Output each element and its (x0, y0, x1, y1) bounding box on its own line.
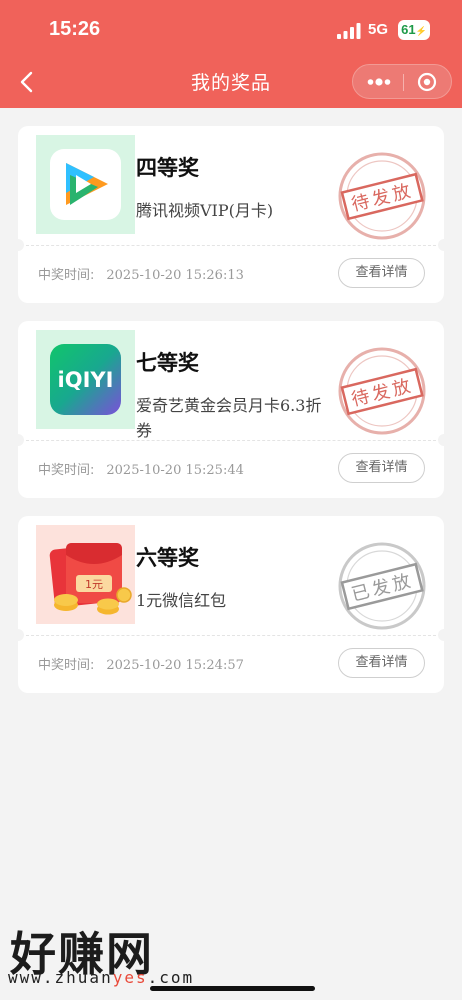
watermark-url-prefix: www.zhuan (8, 968, 113, 987)
prize-level: 六等奖 (136, 546, 199, 570)
status-bar: 15:26 5G 61⚡ (0, 0, 462, 58)
watermark-url-suffix: .com (147, 968, 195, 987)
pending-stamp: 待发放 (338, 347, 426, 435)
view-detail-button[interactable]: 查看详情 (338, 453, 425, 483)
win-time-value: 2025-10-20 15:24:57 (106, 658, 244, 673)
divider (26, 440, 436, 441)
win-time-value: 2025-10-20 15:26:13 (106, 268, 244, 283)
home-indicator (150, 986, 315, 991)
notch-left (12, 239, 24, 251)
watermark-url: www.zhuanyes.com (8, 968, 194, 987)
more-icon[interactable] (367, 75, 391, 89)
view-detail-button[interactable]: 查看详情 (338, 648, 425, 678)
header: 15:26 5G 61⚡ 我的奖品 (0, 0, 462, 108)
notch-right (438, 239, 450, 251)
prize-card: 四等奖 腾讯视频VIP(月卡) 待发放 中奖时间: 2025-10-20 15:2… (12, 126, 450, 303)
iqiyi-logo: iQIYI (36, 330, 135, 429)
nav-bar: 我的奖品 (0, 58, 462, 108)
signal-icon (337, 23, 361, 39)
prize-card: 1元 六等奖 1元微信红包 已发放 中奖时间: 2025-10-20 15:24:… (12, 516, 450, 693)
win-time: 中奖时间: 2025-10-20 15:24:57 (38, 654, 244, 673)
mini-program-capsule (352, 64, 452, 99)
win-time-label: 中奖时间: (38, 463, 95, 478)
notch-right (438, 434, 450, 446)
prize-level: 四等奖 (136, 156, 199, 180)
win-time-value: 2025-10-20 15:25:44 (106, 463, 244, 478)
capsule-divider (403, 74, 404, 91)
notch-right (438, 629, 450, 641)
prize-name: 爱奇艺黄金会员月卡6.3折券 (136, 396, 322, 440)
notch-left (12, 629, 24, 641)
divider (26, 245, 436, 246)
view-detail-button[interactable]: 查看详情 (338, 258, 425, 288)
issued-stamp: 已发放 (338, 542, 426, 630)
win-time-label: 中奖时间: (38, 658, 95, 673)
notch-left (12, 434, 24, 446)
win-time: 中奖时间: 2025-10-20 15:25:44 (38, 459, 244, 478)
battery-level: 61 (401, 22, 416, 37)
battery-icon: 61⚡ (398, 20, 430, 40)
pending-stamp: 待发放 (338, 152, 426, 240)
network-label: 5G (368, 21, 389, 38)
red-packet-image: 1元 (36, 525, 135, 624)
watermark-url-highlight: yes (112, 968, 148, 987)
win-time: 中奖时间: 2025-10-20 15:26:13 (38, 264, 244, 283)
tencent-video-logo (36, 135, 135, 234)
status-time: 15:26 (49, 18, 101, 40)
divider (26, 635, 436, 636)
prize-name: 1元微信红包 (136, 591, 227, 610)
close-circle-icon[interactable] (417, 72, 437, 92)
red-packet-text: 1元 (85, 578, 103, 591)
prize-card: iQIYI 七等奖 爱奇艺黄金会员月卡6.3折券 待发放 中奖时间: 2025-1… (12, 321, 450, 498)
prize-name: 腾讯视频VIP(月卡) (136, 201, 274, 220)
prize-level: 七等奖 (136, 351, 199, 375)
iqiyi-logo-text: iQIYI (58, 368, 114, 392)
win-time-label: 中奖时间: (38, 268, 95, 283)
